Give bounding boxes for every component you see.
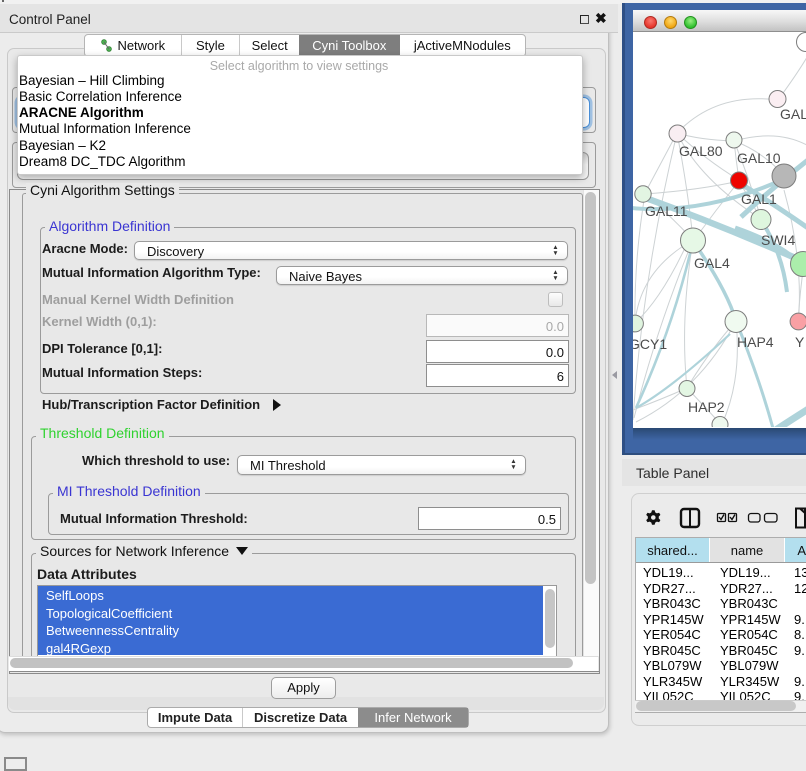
svg-text:GAL10: GAL10 <box>737 150 781 166</box>
svg-text:Y: Y <box>795 334 805 350</box>
svg-text:GAL80: GAL80 <box>679 143 723 159</box>
svg-text:GAL4: GAL4 <box>694 255 730 271</box>
svg-text:SWI4: SWI4 <box>761 232 795 248</box>
svg-text:GAL7: GAL7 <box>780 106 806 122</box>
svg-text:GAL11: GAL11 <box>645 203 688 219</box>
svg-text:GAL1: GAL1 <box>741 191 777 207</box>
svg-text:HAP2: HAP2 <box>688 399 725 415</box>
svg-text:GCY1: GCY1 <box>633 336 667 352</box>
svg-text:HAP4: HAP4 <box>737 334 774 350</box>
